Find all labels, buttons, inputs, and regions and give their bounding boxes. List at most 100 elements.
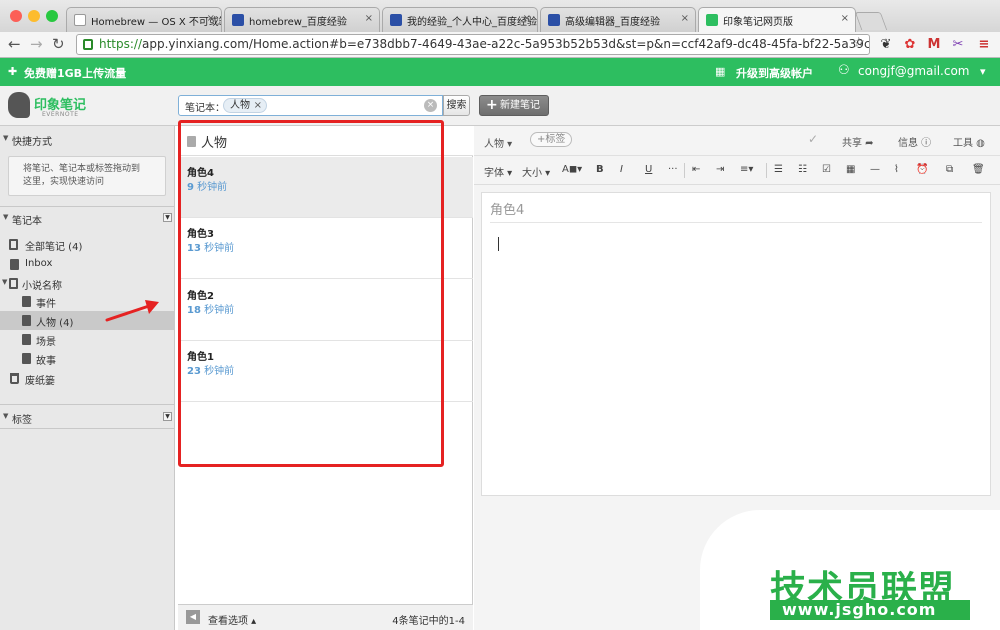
- text-color-icon[interactable]: A◼▾: [562, 164, 582, 175]
- upgrade-link[interactable]: 升级到高级帐户: [736, 65, 813, 81]
- tab-close-icon[interactable]: ×: [681, 13, 689, 24]
- tab-label: 我的经验_个人中心_百度经验: [407, 17, 537, 28]
- size-dropdown[interactable]: 大小 ▾: [522, 164, 550, 179]
- scissors-icon[interactable]: ✂: [950, 37, 966, 53]
- tab-label: Homebrew — OS X 不可或缺: [91, 17, 222, 28]
- font-dropdown[interactable]: 字体 ▾: [484, 164, 512, 179]
- sidebar-item-stories[interactable]: 故事: [0, 349, 175, 368]
- remove-tag-icon[interactable]: ×: [254, 99, 262, 112]
- align-icon[interactable]: ≡▾: [740, 164, 753, 175]
- address-bar[interactable]: https://app.yinxiang.com/Home.action#b=e…: [76, 34, 870, 55]
- reload-icon[interactable]: ↻: [52, 35, 65, 53]
- notebook-selector[interactable]: 人物 ▾: [484, 135, 512, 150]
- window-minimize-button[interactable]: [28, 10, 40, 22]
- annotation-arrow-icon: [105, 300, 159, 322]
- link-icon[interactable]: ⌇: [894, 164, 899, 175]
- window-zoom-button[interactable]: [46, 10, 58, 22]
- divider: [684, 163, 685, 178]
- clear-search-icon[interactable]: ×: [424, 99, 437, 112]
- note-body[interactable]: 角色4: [481, 192, 991, 496]
- red-extension-icon[interactable]: ✿: [902, 37, 918, 53]
- bookmark-star-icon[interactable]: ☆: [852, 35, 865, 51]
- elephant-icon: [8, 92, 30, 118]
- underline-icon[interactable]: U: [645, 164, 652, 175]
- tools-button[interactable]: 工具 ◍: [953, 134, 985, 149]
- sidebar-item-label: 场景: [36, 337, 56, 348]
- sidebar-item-scenes[interactable]: 场景: [0, 330, 175, 349]
- notebook-icon: [22, 315, 31, 326]
- search-scope-label: 笔记本：: [185, 103, 225, 114]
- tab-close-icon[interactable]: ×: [523, 13, 531, 24]
- menu-icon[interactable]: ≡: [976, 37, 992, 53]
- new-tab-button[interactable]: [854, 12, 888, 30]
- notebooks-header[interactable]: ▼ 笔记本 ▼: [0, 207, 175, 229]
- browser-tab-homebrew-baidu[interactable]: homebrew_百度经验 ×: [224, 7, 380, 32]
- browser-tab-homebrew-osx[interactable]: Homebrew — OS X 不可或缺 ×: [66, 7, 222, 32]
- tab-label: 印象笔记网页版: [723, 17, 793, 28]
- dropdown-icon[interactable]: ▼: [163, 412, 172, 421]
- view-options-button[interactable]: 查看选项 ▴: [208, 612, 256, 627]
- attachment-icon[interactable]: ⧉: [946, 164, 953, 175]
- plus-icon: +: [486, 97, 498, 113]
- note-title-field[interactable]: 角色4: [490, 199, 982, 223]
- add-tag-button[interactable]: +标签: [530, 132, 573, 147]
- tab-close-icon[interactable]: ×: [841, 13, 849, 24]
- italic-icon[interactable]: I: [620, 164, 623, 175]
- info-button[interactable]: 信息 ⓘ: [898, 134, 931, 149]
- dropdown-icon[interactable]: ▼: [163, 213, 172, 222]
- app-banner: ✚ 免费赠1GB上传流量 ▦ 升级到高级帐户 ⚇ congjf@gmail.co…: [0, 58, 1000, 86]
- horizontal-rule-icon[interactable]: —: [870, 164, 880, 175]
- collapse-triangle-icon[interactable]: ▼: [3, 412, 8, 420]
- search-button[interactable]: 搜索: [443, 95, 470, 116]
- window-close-button[interactable]: [10, 10, 22, 22]
- collapse-triangle-icon[interactable]: ▼: [3, 213, 8, 221]
- sidebar-item-trash[interactable]: 废纸篓: [0, 369, 175, 388]
- expand-triangle-icon[interactable]: ▼: [2, 278, 7, 286]
- search-input[interactable]: 笔记本： 人物 × ×: [178, 95, 443, 116]
- sidebar-item-novel-stack[interactable]: ▼ 小说名称: [0, 274, 175, 293]
- bold-icon[interactable]: B: [596, 164, 604, 175]
- collapse-list-icon[interactable]: ◀: [186, 610, 200, 624]
- share-button[interactable]: 共享 ➦: [842, 134, 874, 149]
- checkmark-icon[interactable]: ✓: [808, 132, 818, 146]
- search-notebook-tag[interactable]: 人物 ×: [223, 98, 267, 113]
- more-icon[interactable]: ···: [668, 164, 678, 175]
- tab-label: 高级编辑器_百度经验: [565, 17, 660, 28]
- tab-close-icon[interactable]: ×: [365, 13, 373, 24]
- shortcuts-hint-line1: 将笔记、笔记本或标签拖动到: [23, 164, 141, 174]
- elephant-extension-icon[interactable]: ❦: [878, 37, 894, 53]
- tab-label: homebrew_百度经验: [249, 17, 347, 28]
- baidu-paw-icon: [548, 14, 560, 26]
- new-note-button[interactable]: + 新建笔记: [479, 95, 549, 116]
- baidu-paw-icon: [390, 14, 402, 26]
- sidebar-item-label: 人物 (4): [36, 318, 74, 329]
- tab-close-icon[interactable]: ×: [207, 13, 215, 24]
- back-arrow-icon[interactable]: ←: [8, 35, 21, 53]
- sidebar-item-all-notes[interactable]: 全部笔记 (4): [0, 235, 175, 254]
- outdent-icon[interactable]: ⇤: [692, 164, 700, 175]
- info-label: 信息: [898, 138, 918, 149]
- collapse-triangle-icon[interactable]: ▼: [3, 134, 8, 142]
- delete-icon[interactable]: 🗑: [972, 164, 985, 175]
- sidebar: ▼ 快捷方式 将笔记、笔记本或标签拖动到 这里，实现快速访问 ▼ 笔记本 ▼ 全…: [0, 126, 175, 630]
- gmail-icon[interactable]: M: [926, 37, 942, 53]
- forward-arrow-icon[interactable]: →: [30, 35, 43, 53]
- sidebar-item-inbox[interactable]: Inbox: [0, 255, 175, 274]
- free-upload-link[interactable]: 免费赠1GB上传流量: [24, 65, 126, 81]
- browser-tab-my-experience[interactable]: 我的经验_个人中心_百度经验 ×: [382, 7, 538, 32]
- checkbox-icon[interactable]: ☑: [822, 164, 831, 175]
- url-text: app.yinxiang.com/Home.action#b=e738dbb7-…: [142, 37, 870, 51]
- reminder-icon[interactable]: ⏰: [916, 164, 928, 175]
- tags-header[interactable]: ▼ 标签 ▼: [0, 406, 175, 428]
- shortcuts-drop-zone[interactable]: 将笔记、笔记本或标签拖动到 这里，实现快速访问: [8, 156, 166, 196]
- table-icon[interactable]: ▦: [846, 164, 855, 175]
- bulleted-list-icon[interactable]: ☷: [798, 164, 807, 175]
- browser-tab-advanced-editor[interactable]: 高级编辑器_百度经验 ×: [540, 7, 696, 32]
- shortcuts-header[interactable]: ▼ 快捷方式: [0, 128, 175, 150]
- account-menu[interactable]: congjf@gmail.com: [858, 64, 970, 78]
- indent-icon[interactable]: ⇥: [716, 164, 724, 175]
- browser-tab-evernote[interactable]: 印象笔记网页版 ×: [698, 7, 856, 33]
- sidebar-item-label: 全部笔记 (4): [25, 242, 83, 253]
- numbered-list-icon[interactable]: ☰: [774, 164, 783, 175]
- account-dropdown-icon[interactable]: ▾: [980, 65, 986, 78]
